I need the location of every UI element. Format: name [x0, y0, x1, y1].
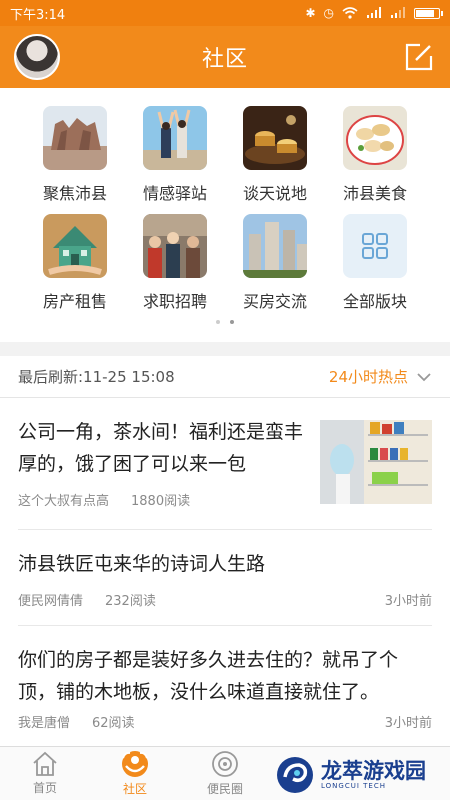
couple-image: [143, 106, 207, 170]
battery-icon: [414, 7, 443, 19]
post-item[interactable]: 沛县铁匠屯来华的诗词人生路 便民网倩倩 232阅读 3小时前: [18, 530, 432, 626]
post-time: 3小时前: [384, 716, 432, 731]
last-refresh-text: 最后刷新:11-25 15:08: [18, 368, 175, 386]
watermark-text: 龙萃游戏园: [321, 759, 426, 783]
tab-bianminquan[interactable]: 便民圈: [180, 747, 270, 800]
category-peixian-meishi[interactable]: 沛县美食: [325, 106, 425, 204]
community-icon: [122, 751, 148, 777]
category-label: 求职招聘: [142, 292, 207, 311]
status-icons: ✱ ◷: [305, 6, 443, 20]
post-reads: 62阅读: [92, 716, 135, 731]
status-bar: 下午3:14 ✱ ◷: [0, 0, 450, 26]
teacups-image: [243, 106, 307, 170]
category-qiuzhi-zhaopin[interactable]: 求职招聘: [125, 214, 225, 312]
category-label: 全部版块: [342, 292, 407, 311]
swirl-logo-icon: [277, 757, 313, 793]
user-avatar[interactable]: [14, 34, 60, 80]
post-reads: 232阅读: [105, 594, 156, 609]
house-image: [43, 214, 107, 278]
post-meta: 这个大叔有点高 1880阅读: [18, 490, 190, 509]
stone-statue-image: [43, 106, 107, 170]
crowd-image: [143, 214, 207, 278]
home-icon: [33, 751, 57, 776]
post-title: 沛县铁匠屯来华的诗词人生路: [18, 553, 266, 575]
signal-icon-2: [391, 7, 405, 18]
tab-community[interactable]: 社区: [90, 747, 180, 800]
page-indicator: [0, 320, 450, 324]
watermark-logo: 龙萃游戏园 LONGCUI TECH: [275, 752, 450, 798]
post-time: 3小时前: [384, 594, 432, 609]
category-panel: 聚焦沛县 情感驿站 谈天说地 沛县美食 房产租售 求职招聘 买房交流 全部版块: [0, 88, 450, 342]
circle-icon: [212, 751, 238, 777]
grid-icon: [343, 214, 407, 278]
post-meta: 我是唐僧 62阅读: [18, 712, 135, 731]
buildings-image: [243, 214, 307, 278]
tab-label: 首页: [32, 781, 57, 795]
wifi-icon: [342, 7, 358, 19]
category-tantian-shuodi[interactable]: 谈天说地: [225, 106, 325, 204]
category-label: 买房交流: [242, 292, 307, 311]
post-title: 你们的房子都是装好多久进去住的？就吊了个顶，铺的木地板，没什么味道直接就住了。: [18, 649, 399, 703]
category-label: 谈天说地: [242, 184, 307, 203]
hot-24h-dropdown[interactable]: 24小时热点: [329, 366, 432, 387]
post-feed: 公司一角，茶水间！福利还是蛮丰厚的，饿了困了可以来一包 这个大叔有点高 1880…: [0, 398, 450, 746]
category-grid: 聚焦沛县 情感驿站 谈天说地 沛县美食 房产租售 求职招聘 买房交流 全部版块: [0, 106, 450, 312]
tab-label: 便民圈: [206, 782, 243, 796]
dumplings-image: [343, 106, 407, 170]
status-time: 下午3:14: [10, 7, 66, 23]
post-title: 公司一角，茶水间！福利还是蛮丰厚的，饿了困了可以来一包: [18, 421, 304, 475]
post-item[interactable]: 公司一角，茶水间！福利还是蛮丰厚的，饿了困了可以来一包 这个大叔有点高 1880…: [18, 398, 432, 530]
post-item[interactable]: 你们的房子都是装好多久进去住的？就吊了个顶，铺的木地板，没什么味道直接就住了。 …: [18, 626, 432, 746]
hot-label: 24小时热点: [328, 368, 408, 386]
category-juji-peixian[interactable]: 聚焦沛县: [25, 106, 125, 204]
app-header: 社区: [0, 26, 450, 88]
tab-label: 社区: [122, 782, 147, 796]
category-all-sections[interactable]: 全部版块: [325, 214, 425, 312]
page-title: 社区: [201, 47, 248, 72]
watermark-subtext: LONGCUI TECH: [321, 782, 386, 790]
post-meta: 便民网倩倩 232阅读: [18, 590, 156, 609]
chevron-down-icon: [417, 372, 431, 381]
page-dot[interactable]: [216, 320, 220, 324]
category-label: 情感驿站: [142, 184, 207, 203]
compose-icon[interactable]: [404, 42, 434, 72]
post-author: 便民网倩倩: [18, 594, 84, 609]
category-fangchan-zushou[interactable]: 房产租售: [25, 214, 125, 312]
page-dot-active[interactable]: [230, 320, 234, 324]
post-author: 这个大叔有点高: [18, 494, 110, 509]
alarm-icon: ◷: [323, 6, 334, 20]
post-author: 我是唐僧: [18, 716, 71, 731]
tab-home[interactable]: 首页: [0, 747, 90, 800]
category-qinggan-yizhan[interactable]: 情感驿站: [125, 106, 225, 204]
category-label: 房产租售: [42, 292, 107, 311]
signal-icon: [367, 7, 381, 18]
category-label: 沛县美食: [342, 184, 407, 203]
category-label: 聚焦沛县: [42, 184, 107, 203]
post-reads: 1880阅读: [131, 494, 191, 509]
post-thumbnail[interactable]: [320, 420, 432, 504]
category-maifang-jiaoliu[interactable]: 买房交流: [225, 214, 325, 312]
bluetooth-icon: ✱: [305, 6, 316, 20]
refresh-bar: 最后刷新:11-25 15:08 24小时热点: [0, 356, 450, 398]
